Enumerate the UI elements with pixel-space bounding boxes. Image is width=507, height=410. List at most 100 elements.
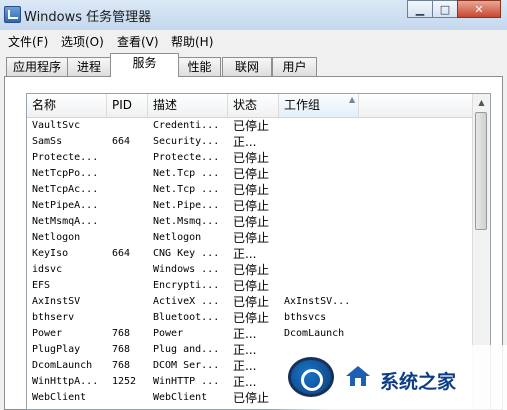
table-row[interactable]: Power 768 Power 正... DcomLaunch xyxy=(27,326,474,342)
cell-desc: DCOM Ser... xyxy=(153,360,220,371)
cell-group: bthsvcs xyxy=(284,312,327,323)
cell-group xyxy=(284,230,360,246)
cell-desc: Netlogon xyxy=(153,232,202,243)
tab-users[interactable]: 用户 xyxy=(272,57,317,76)
table-row[interactable]: SamSs 664 Security... 正... xyxy=(27,134,474,150)
cell-status: 已停止 xyxy=(233,183,270,197)
column-header-pid[interactable]: PID xyxy=(107,94,148,117)
cell-pid xyxy=(112,198,148,214)
column-label: 状态 xyxy=(233,98,258,112)
column-header-status[interactable]: 状态 xyxy=(228,94,279,117)
menu-help[interactable]: 帮助(H) xyxy=(171,33,213,50)
cell-name: Netlogon xyxy=(32,232,81,243)
cell-desc: Protecte... xyxy=(153,152,220,163)
table-row[interactable]: EFS Encrypti... 已停止 xyxy=(27,278,474,294)
scroll-up-icon[interactable]: ▲ xyxy=(473,94,490,111)
task-manager-icon xyxy=(4,6,21,23)
cell-pid: 664 xyxy=(112,248,131,259)
house-icon xyxy=(346,366,370,386)
table-row[interactable]: Protecte... Protecte... 已停止 xyxy=(27,150,474,166)
column-label: 名称 xyxy=(32,98,57,112)
cell-group xyxy=(284,214,360,230)
cell-status: 已停止 xyxy=(233,231,270,245)
cell-name: Protecte... xyxy=(32,152,99,163)
cell-desc: Plug and... xyxy=(153,344,220,355)
cell-desc: Windows ... xyxy=(153,264,220,275)
cell-status: 已停止 xyxy=(233,167,270,181)
table-row[interactable]: Netlogon Netlogon 已停止 xyxy=(27,230,474,246)
cell-pid: 768 xyxy=(112,344,131,355)
table-row[interactable]: NetPipeA... Net.Pipe... 已停止 xyxy=(27,198,474,214)
column-header-group[interactable]: ▲ 工作组 xyxy=(279,94,359,117)
cell-name: KeyIso xyxy=(32,248,69,259)
table-row[interactable]: AxInstSV ActiveX ... 已停止 AxInstSV... xyxy=(27,294,474,310)
table-row[interactable]: VaultSvc Credenti... 已停止 xyxy=(27,118,474,134)
cell-group xyxy=(284,166,360,182)
cell-status: 正... xyxy=(233,327,257,341)
cell-pid: 1252 xyxy=(112,376,137,387)
cell-status: 已停止 xyxy=(233,263,270,277)
column-header-name[interactable]: 名称 xyxy=(27,94,107,117)
cell-pid xyxy=(112,214,148,230)
cell-name: NetPipeA... xyxy=(32,200,99,211)
menu-view[interactable]: 查看(V) xyxy=(117,33,159,50)
cell-desc: Net.Tcp ... xyxy=(153,168,220,179)
table-row[interactable]: bthserv Bluetoot... 已停止 bthsvcs xyxy=(27,310,474,326)
cell-desc: Security... xyxy=(153,136,220,147)
maximize-button[interactable]: □ xyxy=(432,0,458,18)
menu-bar: 文件(F) 选项(O) 查看(V) 帮助(H) xyxy=(0,30,507,52)
table-row[interactable]: NetTcpAc... Net.Tcp ... 已停止 xyxy=(27,182,474,198)
cell-status: 已停止 xyxy=(233,151,270,165)
tab-performance[interactable]: 性能 xyxy=(178,57,221,76)
minimize-button[interactable]: ▁ xyxy=(407,0,433,18)
cell-desc: CNG Key ... xyxy=(153,248,220,259)
cell-desc: Encrypti... xyxy=(153,280,220,291)
scroll-thumb[interactable] xyxy=(475,112,487,230)
cell-desc: Net.Msmq... xyxy=(153,216,220,227)
column-header-description[interactable]: 描述 xyxy=(148,94,228,117)
cell-pid xyxy=(112,166,148,182)
cell-name: AxInstSV xyxy=(32,296,81,307)
tab-applications[interactable]: 应用程序 xyxy=(6,57,68,76)
cell-group xyxy=(284,118,360,134)
cell-desc: ActiveX ... xyxy=(153,296,220,307)
cell-status: 已停止 xyxy=(233,279,270,293)
cell-pid xyxy=(112,230,148,246)
table-row[interactable]: NetTcpPo... Net.Tcp ... 已停止 xyxy=(27,166,474,182)
table-row[interactable]: KeyIso 664 CNG Key ... 正... xyxy=(27,246,474,262)
cell-desc: WinHTTP ... xyxy=(153,376,220,387)
tab-services[interactable]: 服务 xyxy=(110,53,179,77)
sort-ascending-icon: ▲ xyxy=(349,95,356,104)
cell-desc: Net.Pipe... xyxy=(153,200,220,211)
cell-desc: Credenti... xyxy=(153,120,220,131)
window-title: Windows 任务管理器 xyxy=(24,10,152,25)
cell-name: DcomLaunch xyxy=(32,360,93,371)
cell-pid: 664 xyxy=(112,136,131,147)
close-button[interactable]: ✕ xyxy=(457,0,501,18)
cell-status: 正... xyxy=(233,247,257,261)
cell-group: DcomLaunch xyxy=(284,328,345,339)
tab-networking[interactable]: 联网 xyxy=(222,57,272,76)
cell-status: 已停止 xyxy=(233,311,270,325)
tab-strip: 应用程序 进程 服务 性能 联网 用户 xyxy=(0,53,507,77)
list-header: 名称 PID 描述 状态 ▲ 工作组 xyxy=(27,94,474,118)
window-controls: ▁ □ ✕ xyxy=(407,0,501,20)
watermark-text: 系统之家 xyxy=(380,371,457,393)
table-row[interactable]: NetMsmqA... Net.Msmq... 已停止 xyxy=(27,214,474,230)
table-row[interactable]: idsvc Windows ... 已停止 xyxy=(27,262,474,278)
cell-pid xyxy=(112,262,148,278)
cell-desc: Bluetoot... xyxy=(153,312,220,323)
cell-pid xyxy=(112,390,148,406)
menu-options[interactable]: 选项(O) xyxy=(61,33,104,50)
cell-name: PlugPlay xyxy=(32,344,81,355)
cell-desc: Net.Tcp ... xyxy=(153,184,220,195)
cell-pid xyxy=(112,118,148,134)
tab-processes[interactable]: 进程 xyxy=(67,57,111,76)
cell-group xyxy=(284,246,360,262)
cell-name: WinHttpA... xyxy=(32,376,99,387)
column-label: 描述 xyxy=(153,98,178,112)
cell-status: 已停止 xyxy=(233,119,270,133)
cell-status: 已停止 xyxy=(233,199,270,213)
cell-status: 已停止 xyxy=(233,295,270,309)
menu-file[interactable]: 文件(F) xyxy=(8,33,48,50)
